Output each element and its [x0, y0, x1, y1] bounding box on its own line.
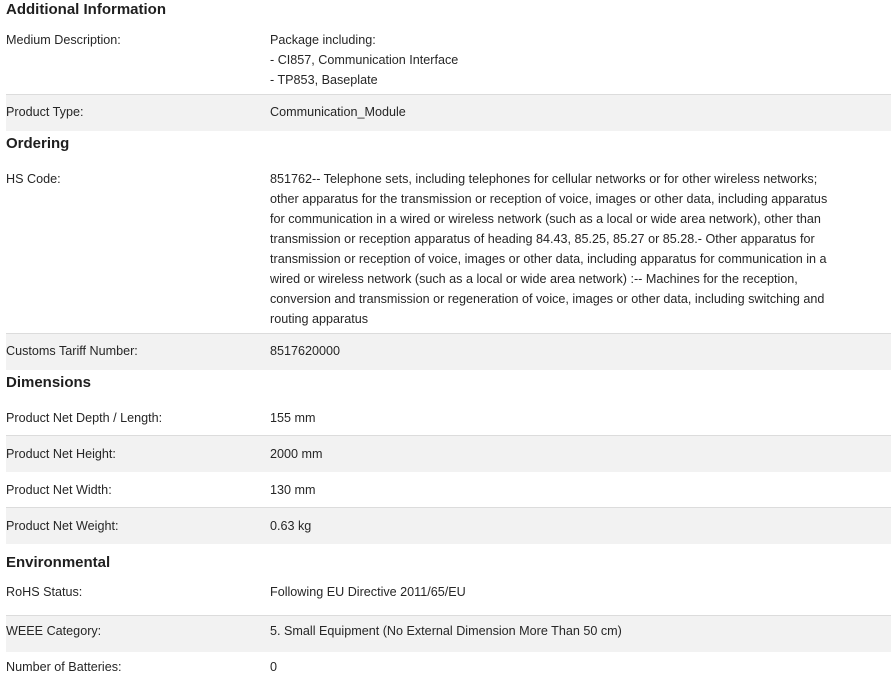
row-product-net-depth: Product Net Depth / Length: 155 mm: [6, 400, 891, 436]
row-label: Product Net Width:: [6, 483, 112, 497]
row-value: 851762-- Telephone sets, including telep…: [270, 169, 891, 329]
row-value: 0: [270, 660, 278, 674]
value-line: - CI857, Communication Interface: [270, 53, 459, 67]
value-line: for communication in a wired or wireless…: [270, 212, 821, 226]
row-label: Product Type:: [6, 105, 84, 119]
row-number-of-batteries: Number of Batteries: 0: [6, 652, 891, 681]
row-customs-tariff-number: Customs Tariff Number: 8517620000: [6, 334, 891, 370]
row-value: Following EU Directive 2011/65/EU: [270, 585, 466, 599]
row-value: Communication_Module: [270, 105, 406, 119]
row-value: 2000 mm: [270, 447, 323, 461]
row-label: WEEE Category:: [6, 624, 102, 638]
row-label: Number of Batteries:: [6, 660, 122, 674]
row-value: 130 mm: [270, 483, 316, 497]
row-product-net-weight: Product Net Weight: 0.63 kg: [6, 508, 891, 544]
row-label: Product Net Weight:: [6, 519, 119, 533]
row-label: Customs Tariff Number:: [6, 344, 138, 358]
value-line: routing apparatus: [270, 312, 369, 326]
section-title-environmental: Environmental: [6, 554, 111, 571]
section-title-additional-information: Additional Information: [6, 1, 166, 18]
row-weee-category: WEEE Category: 5. Small Equipment (No Ex…: [6, 616, 891, 652]
row-medium-description: Medium Description: Package including: -…: [6, 25, 891, 95]
row-product-net-width: Product Net Width: 130 mm: [6, 472, 891, 508]
row-value: 155 mm: [270, 411, 316, 425]
row-label: Medium Description:: [6, 33, 121, 47]
row-product-net-height: Product Net Height: 2000 mm: [6, 436, 891, 472]
value-line: Package including:: [270, 33, 376, 47]
row-label: HS Code:: [6, 172, 61, 186]
product-details: Additional Information Medium Descriptio…: [6, 0, 891, 681]
row-product-type: Product Type: Communication_Module: [6, 95, 891, 131]
row-hs-code: HS Code: 851762-- Telephone sets, includ…: [6, 164, 891, 334]
row-value: 0.63 kg: [270, 519, 312, 533]
value-line: other apparatus for the transmission or …: [270, 192, 828, 206]
value-line: conversion and transmission or regenerat…: [270, 292, 825, 306]
row-value: Package including: - CI857, Communicatio…: [270, 30, 891, 90]
row-label: Product Net Depth / Length:: [6, 411, 163, 425]
value-line: transmission or reception of voice, imag…: [270, 252, 827, 266]
row-rohs-status: RoHS Status: Following EU Directive 2011…: [6, 580, 891, 616]
value-line: - TP853, Baseplate: [270, 73, 378, 87]
value-line: 851762-- Telephone sets, including telep…: [270, 172, 818, 186]
section-title-dimensions: Dimensions: [6, 374, 92, 391]
section-title-ordering: Ordering: [6, 135, 70, 152]
value-line: wired or wireless network (such as a loc…: [270, 272, 798, 286]
value-line: transmission or reception apparatus of h…: [270, 232, 815, 246]
row-label: RoHS Status:: [6, 585, 83, 599]
row-value: 8517620000: [270, 344, 341, 358]
row-value: 5. Small Equipment (No External Dimensio…: [270, 624, 622, 638]
row-label: Product Net Height:: [6, 447, 116, 461]
